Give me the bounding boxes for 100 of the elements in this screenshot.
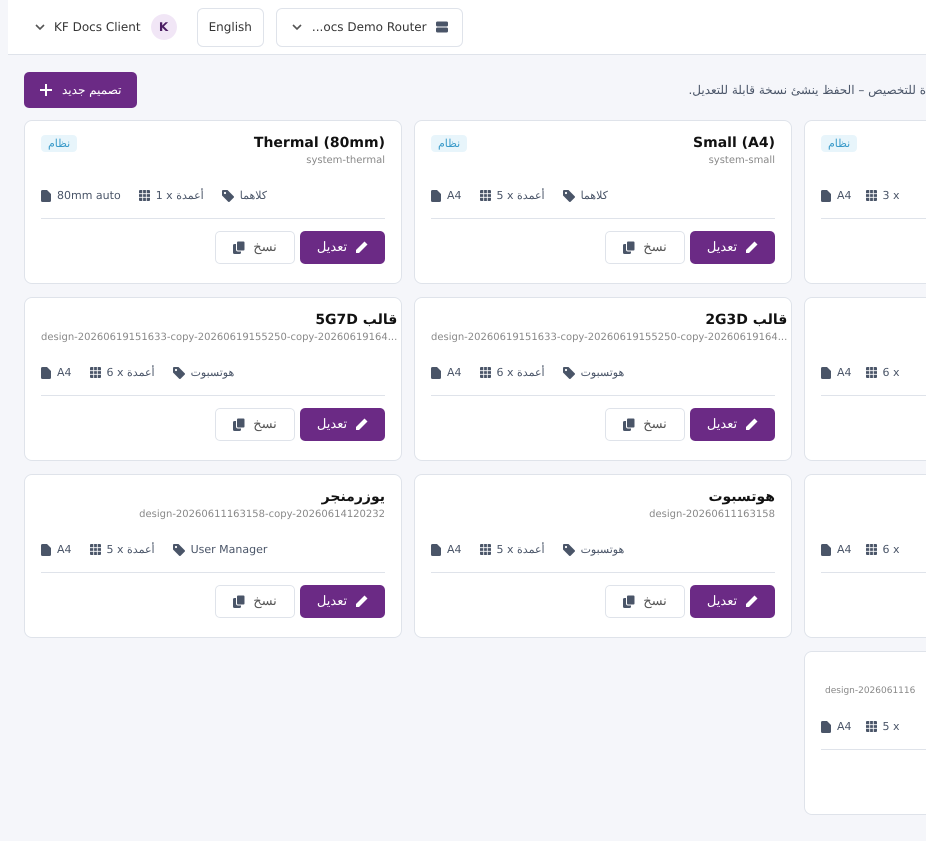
system-badge: نظام	[41, 135, 78, 152]
tag-icon	[172, 366, 185, 378]
tag-label: كلاهما	[240, 189, 268, 202]
tag-icon	[562, 190, 575, 202]
page-size: A4	[837, 189, 852, 202]
file-icon	[821, 720, 831, 732]
page-size: A4	[447, 543, 462, 556]
file-icon	[41, 366, 51, 378]
grid-icon	[138, 190, 150, 201]
card-title: قالب 5G7D	[315, 312, 398, 328]
pencil-icon	[745, 241, 758, 254]
grid-icon	[866, 721, 877, 732]
edit-button[interactable]: تعديل	[690, 585, 775, 618]
card-title: قالب 2G3D	[705, 312, 788, 328]
file-icon	[821, 366, 831, 378]
grid-icon	[480, 544, 491, 555]
column-count: 5 x أعمدة	[496, 543, 545, 556]
card-slug: design-2026061116	[825, 686, 916, 696]
edit-button[interactable]: تعديل	[300, 231, 385, 264]
card-slug: design-20260619151633-copy-20260619155250-copy-20260619164...	[41, 332, 398, 343]
column-count: 3 x	[882, 189, 900, 202]
copy-icon	[623, 241, 636, 254]
page-size: A4	[837, 543, 852, 556]
tag-icon	[172, 544, 185, 556]
edit-button[interactable]: تعديل	[690, 231, 775, 264]
tag-label: User Manager	[190, 543, 268, 556]
tag-label: كلاهما	[580, 189, 608, 202]
language-button[interactable]: English	[196, 8, 264, 46]
copy-icon	[623, 418, 636, 431]
column-count: 5 x أعمدة	[106, 543, 155, 556]
grid-icon	[90, 544, 101, 555]
card-slug: design-20260611163158	[649, 509, 775, 520]
file-icon	[431, 544, 441, 556]
tag-icon	[562, 544, 575, 556]
plus-icon	[40, 84, 52, 96]
card-title: يوزرمنجر	[322, 489, 385, 505]
card-slug: design-20260611163158-copy-20260614120232	[139, 509, 385, 520]
system-badge: نظام	[821, 135, 858, 152]
server-icon	[436, 21, 448, 33]
copy-icon	[623, 595, 636, 608]
column-count: 6 x	[882, 366, 900, 379]
pencil-icon	[745, 418, 758, 431]
column-count: 5 x	[882, 720, 900, 733]
page-size: A4	[57, 366, 72, 379]
pencil-icon	[745, 595, 758, 608]
grid-icon	[480, 367, 491, 378]
copy-button[interactable]: نسخ	[605, 585, 685, 618]
pencil-icon	[355, 418, 368, 431]
column-count: 6 x أعمدة	[106, 366, 155, 379]
column-count: 1 x أعمدة	[156, 189, 204, 202]
card-title: Small (A4)	[693, 135, 775, 151]
file-icon	[431, 190, 441, 202]
copy-icon	[233, 595, 246, 608]
page-size: A4	[447, 366, 462, 379]
edit-button[interactable]: تعديل	[300, 585, 385, 618]
copy-button[interactable]: نسخ	[605, 408, 685, 441]
pencil-icon	[355, 595, 368, 608]
card-title: هوتسبوت	[708, 489, 775, 505]
grid-icon	[866, 544, 877, 555]
page-size: 80mm auto	[57, 189, 121, 202]
tag-label: هوتسبوت	[580, 366, 624, 379]
tag-icon	[222, 190, 234, 202]
chevron-down-icon[interactable]	[34, 23, 46, 31]
card-title: Thermal (80mm)	[254, 135, 385, 151]
column-count: 5 x أعمدة	[496, 189, 545, 202]
copy-button[interactable]: نسخ	[605, 231, 685, 264]
router-name: ...ocs Demo Router	[312, 20, 427, 34]
card-slug: design-20260619151633-copy-20260619155250-copy-20260619164...	[431, 332, 788, 343]
new-design-button[interactable]: تصميم جديد	[24, 72, 138, 108]
avatar[interactable]: K	[150, 14, 177, 40]
file-icon	[821, 544, 831, 556]
column-count: 6 x	[882, 543, 900, 556]
file-icon	[41, 190, 51, 202]
tag-label: هوتسبوت	[580, 543, 624, 556]
system-badge: نظام	[431, 135, 468, 152]
copy-icon	[233, 241, 246, 254]
edit-button[interactable]: تعديل	[300, 408, 385, 441]
chevron-down-icon	[290, 23, 303, 31]
grid-icon	[866, 367, 877, 378]
card-slug: system-small	[708, 155, 775, 166]
hint-text: ة للتخصيص – الحفظ ينشئ نسخة قابلة للتعديل.	[688, 83, 926, 97]
file-icon	[431, 366, 441, 378]
copy-button[interactable]: نسخ	[215, 231, 295, 264]
page-size: A4	[837, 366, 852, 379]
file-icon	[41, 544, 51, 556]
page-size: A4	[837, 720, 852, 733]
card-slug: system-thermal	[306, 155, 385, 166]
column-count: 6 x أعمدة	[496, 366, 545, 379]
tag-label: هوتسبوت	[190, 366, 234, 379]
page-size: A4	[57, 543, 72, 556]
copy-icon	[233, 418, 246, 431]
grid-icon	[90, 367, 101, 378]
account-name[interactable]: KF Docs Client	[54, 20, 141, 34]
copy-button[interactable]: نسخ	[215, 585, 295, 618]
copy-button[interactable]: نسخ	[215, 408, 295, 441]
edit-button[interactable]: تعديل	[690, 408, 775, 441]
router-dropdown[interactable]: ...ocs Demo Router	[276, 8, 463, 46]
page-size: A4	[447, 189, 462, 202]
pencil-icon	[355, 241, 368, 254]
grid-icon	[866, 190, 877, 201]
